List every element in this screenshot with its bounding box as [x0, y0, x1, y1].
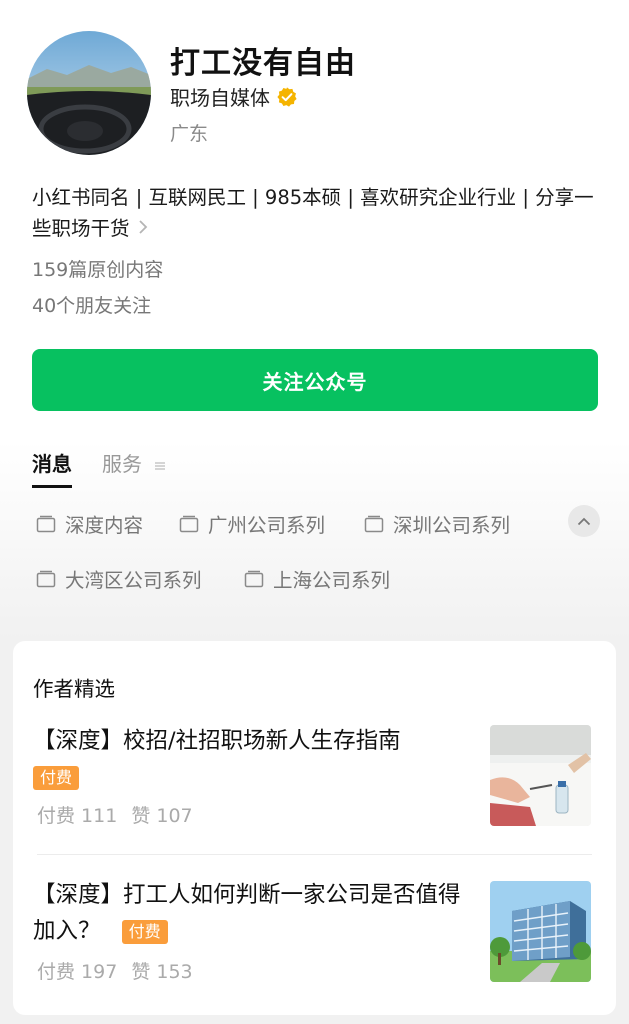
- article-stats: 付费 197 赞 153: [37, 957, 193, 984]
- article-title-block: 【深度】打工人如何判断一家公司是否值得加入？ 付费: [33, 877, 473, 949]
- article-divider: [37, 854, 592, 855]
- folder-icon: [244, 570, 264, 587]
- article-title-block: 【深度】校招/社招职场新人生存指南 付费: [33, 723, 473, 795]
- paid-badge: 付费: [121, 919, 168, 944]
- folder-icon: [179, 515, 199, 532]
- article-title: 【深度】打工人如何判断一家公司是否值得加入？: [33, 882, 461, 944]
- account-region: 广东: [170, 123, 209, 145]
- article-title: 【深度】校招/社招职场新人生存指南: [33, 728, 401, 754]
- tab-bar: 消息 服务: [32, 448, 196, 488]
- original-content-count[interactable]: 159篇原创内容: [32, 255, 163, 282]
- chevron-right-icon[interactable]: [138, 214, 148, 245]
- tab-messages[interactable]: 消息: [32, 448, 72, 488]
- folder-icon: [36, 570, 56, 587]
- category-item[interactable]: 深圳公司系列: [364, 509, 510, 538]
- category-label: 深度内容: [65, 514, 144, 537]
- follow-button[interactable]: 关注公众号: [32, 349, 598, 411]
- category-item[interactable]: 大湾区公司系列: [36, 564, 202, 593]
- folder-icon: [36, 515, 56, 532]
- chevron-up-icon: [577, 517, 591, 525]
- avatar-image: [27, 31, 151, 155]
- category-item[interactable]: 广州公司系列: [179, 509, 325, 538]
- avatar[interactable]: [27, 31, 151, 155]
- friends-following-count[interactable]: 40个朋友关注: [32, 291, 151, 318]
- article-thumbnail: [490, 725, 591, 826]
- account-org: 职场自媒体: [170, 86, 270, 110]
- account-bio[interactable]: 小红书同名 | 互联网民工 | 985本硕 | 喜欢研究企业行业 | 分享一些职…: [32, 182, 602, 245]
- tab-services[interactable]: 服务: [102, 448, 166, 483]
- tab-services-label: 服务: [102, 452, 142, 476]
- featured-title: 作者精选: [33, 677, 115, 701]
- article-thumbnail: [490, 881, 591, 982]
- category-label: 上海公司系列: [273, 569, 391, 592]
- featured-card: 作者精选 【深度】校招/社招职场新人生存指南 付费 付费 111 赞 107 【…: [13, 641, 616, 1015]
- account-name: 打工没有自由: [170, 46, 356, 81]
- paid-count: 付费 111: [37, 805, 118, 827]
- bio-text: 小红书同名 | 互联网民工 | 985本硕 | 喜欢研究企业行业 | 分享一些职…: [32, 186, 594, 240]
- like-count: 赞 153: [131, 961, 193, 983]
- article-item[interactable]: 【深度】打工人如何判断一家公司是否值得加入？ 付费 付费 197 赞 153: [33, 877, 593, 1007]
- verified-badge-icon[interactable]: [276, 86, 298, 108]
- org-row: 职场自媒体: [170, 82, 298, 111]
- collapse-categories-button[interactable]: [568, 505, 600, 537]
- category-label: 大湾区公司系列: [65, 569, 202, 592]
- category-label: 深圳公司系列: [393, 514, 511, 537]
- category-item[interactable]: 深度内容: [36, 509, 143, 538]
- paid-count: 付费 197: [37, 961, 118, 983]
- menu-lines-icon: [155, 461, 166, 470]
- folder-icon: [364, 515, 384, 532]
- category-item[interactable]: 上海公司系列: [244, 564, 390, 593]
- category-label: 广州公司系列: [208, 514, 326, 537]
- article-item[interactable]: 【深度】校招/社招职场新人生存指南 付费 付费 111 赞 107: [33, 723, 593, 853]
- profile-header: 打工没有自由 职场自媒体 广东: [0, 0, 629, 170]
- like-count: 赞 107: [131, 805, 193, 827]
- article-stats: 付费 111 赞 107: [37, 801, 193, 828]
- paid-badge: 付费: [33, 765, 80, 790]
